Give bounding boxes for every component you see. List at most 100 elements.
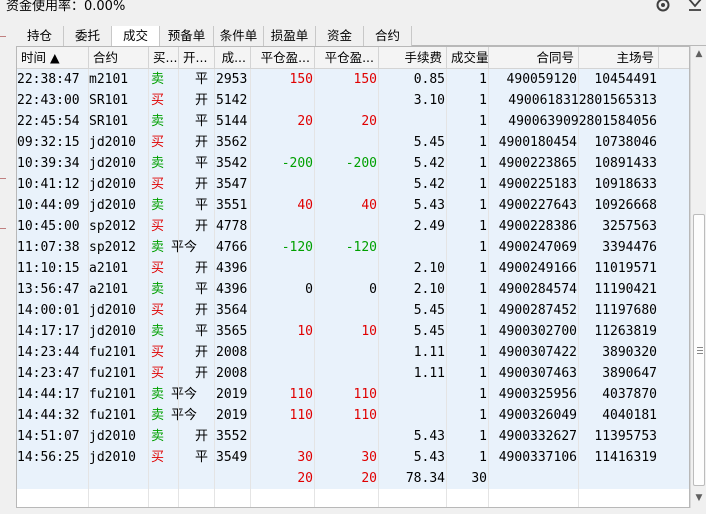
table-row[interactable]: 22:38:47 m2101 卖 平 2953 150 150 0.85 1 490059120 1… [17, 69, 689, 90]
collapse-arrow-icon[interactable] [686, 0, 704, 14]
col-header-price[interactable]: 成... [215, 47, 251, 69]
cell-exchange-no: 10738046 [594, 135, 657, 150]
settings-gear-icon[interactable] [654, 0, 672, 14]
col-header-close-pl-2[interactable]: 平仓盈... [315, 47, 379, 69]
cell-fee: 5.43 [413, 450, 445, 465]
table-row[interactable]: 14:23:47 fu2101 买 开 2008 1.11 1 4900307463 38906… [17, 363, 689, 384]
cell-exchange-no: 4037870 [602, 387, 657, 402]
column-divider [88, 69, 89, 507]
table-row[interactable]: 10:39:34 jd2010 卖 平 3542 -200 -200 5.42 1 4900223… [17, 153, 689, 174]
cell-close-pl-1: 110 [289, 408, 313, 423]
cell-side: 卖 [151, 324, 165, 339]
cell-order-no: 4900337106 [498, 450, 577, 465]
cell-close-pl-2 [315, 216, 379, 237]
cell-fee: 0.85 [413, 72, 445, 87]
tab-contracts[interactable]: 合约 [364, 26, 412, 46]
cell-close-pl-2: 0 [369, 282, 377, 297]
cell-order-no: 4900225183 [498, 177, 577, 192]
tab-conditional-orders[interactable]: 条件单 [214, 26, 264, 46]
tab-trades[interactable]: 成交 [112, 26, 160, 47]
tab-orders[interactable]: 委托 [64, 26, 112, 46]
col-header-fee[interactable]: 手续费 [379, 47, 447, 69]
cell-order-no: 4900227643 [498, 198, 577, 213]
cell-contract: jd2010 [89, 135, 136, 150]
cell-fee: 3.10 [413, 93, 445, 108]
tab-funds[interactable]: 资金 [316, 26, 364, 46]
cell-time: 11:10:15 [17, 261, 80, 276]
cell-exchange-no: 3890647 [602, 366, 657, 381]
scroll-thumb[interactable] [693, 214, 705, 486]
cell-order-no: 4900325956 [498, 387, 577, 402]
table-row[interactable]: 10:44:09 jd2010 卖 平 3551 40 40 5.43 1 4900227643 1… [17, 195, 689, 216]
cell-close-pl-1: 110 [289, 387, 313, 402]
table-row[interactable]: 13:56:47 a2101 卖 平 4396 0 0 2.10 1 4900284574 1119… [17, 279, 689, 300]
table-row[interactable]: 14:00:01 jd2010 买 开 3564 5.45 1 4900287452 11197… [17, 300, 689, 321]
cell-close-pl-1 [251, 90, 315, 111]
total-volume: 30 [471, 471, 487, 486]
tab-bar: 持仓 委托 成交 预备单 条件单 损盈单 资金 合约 [16, 26, 706, 47]
cell-time: 22:45:54 [17, 114, 80, 129]
table-row[interactable]: 14:17:17 jd2010 卖 平 3565 10 10 5.45 1 4900302700 1… [17, 321, 689, 342]
cell-order-no: 4900249166 [498, 261, 577, 276]
scroll-up-arrow-icon[interactable]: ▲ [691, 46, 706, 62]
cell-time: 14:51:07 [17, 429, 80, 444]
fund-usage-text: 资金使用率：0.00% [6, 0, 126, 14]
cell-time: 09:32:15 [17, 135, 80, 150]
cell-close-pl-1: -200 [281, 156, 313, 171]
cell-contract: m2101 [89, 72, 129, 87]
tab-prepared-orders[interactable]: 预备单 [160, 26, 214, 46]
table-row[interactable]: 11:10:15 a2101 买 开 4396 2.10 1 4900249166 110195… [17, 258, 689, 279]
table-row[interactable]: 14:56:25 jd2010 买 平 3549 30 30 5.43 1 4900337106 1… [17, 447, 689, 468]
cell-close-pl-2: 110 [353, 387, 377, 402]
cell-volume: 1 [479, 282, 487, 297]
cell-fee: 5.42 [413, 177, 445, 192]
cell-offset: 开 [195, 366, 209, 381]
table-row[interactable]: 09:32:15 jd2010 买 开 3562 5.45 1 4900180454 10738… [17, 132, 689, 153]
table-row[interactable]: 10:41:12 jd2010 买 开 3547 5.42 1 4900225183 10918… [17, 174, 689, 195]
cell-volume: 1 [479, 429, 487, 444]
cell-order-no: 4900228386 [498, 219, 577, 234]
table-row[interactable]: 11:07:38 sp2012 卖平今 4766 -120 -120 1 4900247069… [17, 237, 689, 258]
cell-close-pl-2 [315, 90, 379, 111]
col-header-offset[interactable]: 开... [179, 47, 215, 69]
col-header-exchange-no[interactable]: 主场号 [579, 47, 659, 69]
cell-contract: SR101 [89, 93, 129, 108]
cell-order-no: 4900307463 [498, 366, 577, 381]
cell-volume: 1 [479, 366, 487, 381]
cell-order-no: 4900247069 [498, 240, 577, 255]
col-header-close-pl-1[interactable]: 平仓盈... [251, 47, 315, 69]
table-row[interactable]: 14:44:32 fu2101 卖平今 2019 110 110 1 4900326049 40… [17, 405, 689, 426]
tab-positions[interactable]: 持仓 [16, 26, 64, 46]
table-row[interactable]: 14:51:07 jd2010 卖 开 3552 5.43 1 4900332627 11395… [17, 426, 689, 447]
cell-volume: 1 [479, 345, 487, 360]
table-row[interactable]: 22:43:00 SR101 买 开 5142 3.10 1 4900618312801565… [17, 90, 689, 111]
table-row[interactable]: 10:45:00 sp2012 买 开 4778 2.49 1 4900228386 32575… [17, 216, 689, 237]
vertical-scrollbar[interactable]: ▲ ▼ [690, 46, 706, 508]
cell-time: 14:23:47 [17, 366, 80, 381]
cell-price: 2953 [216, 72, 248, 87]
scroll-down-arrow-icon[interactable]: ▼ [691, 490, 706, 506]
table-row[interactable]: 22:45:54 SR101 卖 平 5144 20 20 1 4900639092801584… [17, 111, 689, 132]
cell-order-no: 490059120 [506, 72, 577, 87]
cell-contract: jd2010 [89, 198, 136, 213]
cell-price: 3562 [216, 135, 248, 150]
cell-close-pl-2: -200 [345, 156, 377, 171]
tab-stop-orders[interactable]: 损盈单 [264, 26, 316, 46]
cell-fee: 1.11 [413, 345, 445, 360]
cell-exchange-no: 11263819 [594, 324, 657, 339]
table-row[interactable]: 14:44:17 fu2101 卖平今 2019 110 110 1 4900325956 40… [17, 384, 689, 405]
cell-exchange-no: 11197680 [594, 303, 657, 318]
cell-fee [379, 384, 447, 405]
col-header-order-no[interactable]: 合同号 [489, 47, 579, 69]
cell-close-pl-2 [315, 258, 379, 279]
table-header: 时间 ▲ 合约 买... 开... 成... 平仓盈... 平仓盈... 手续费 成交量 合同号主… [17, 47, 689, 69]
col-header-time[interactable]: 时间 ▲ [17, 47, 89, 69]
cell-contract: a2101 [89, 282, 129, 297]
cell-offset: 开 [195, 261, 209, 276]
col-header-contract[interactable]: 合约 [89, 47, 149, 69]
table-row[interactable]: 14:23:44 fu2101 买 开 2008 1.11 1 4900307422 38903… [17, 342, 689, 363]
col-header-side[interactable]: 买... [149, 47, 179, 69]
cell-fee [379, 111, 447, 132]
col-header-volume[interactable]: 成交量 [447, 47, 489, 69]
column-divider [488, 69, 489, 507]
